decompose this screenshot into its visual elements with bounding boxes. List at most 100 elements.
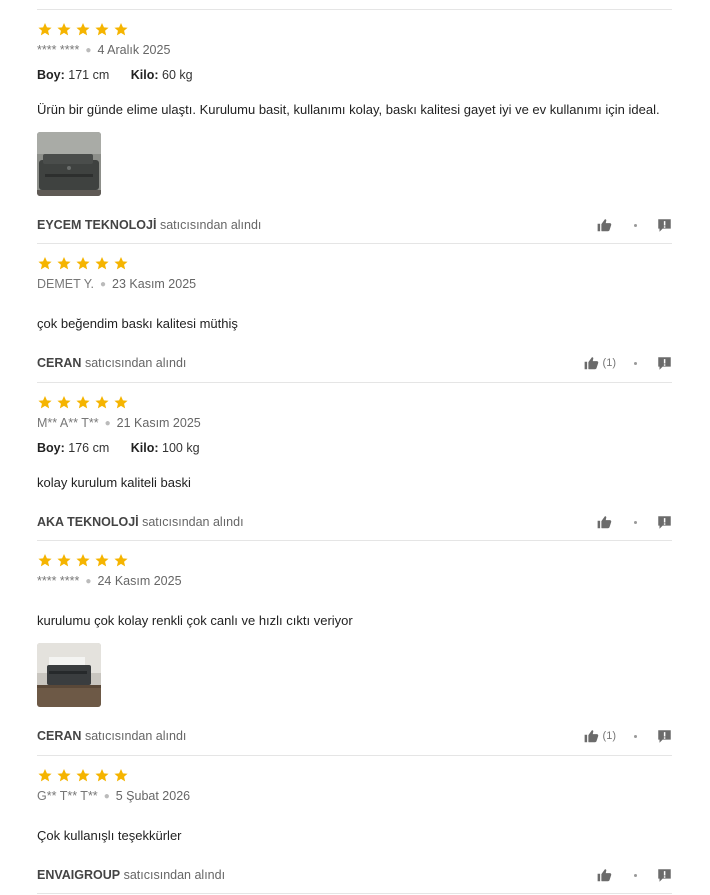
seller-info: AKA TEKNOLOJİ satıcısından alındı	[37, 515, 244, 529]
meta-separator: ●	[103, 791, 110, 802]
star-rating	[37, 768, 129, 783]
star-icon	[38, 768, 52, 782]
like-button[interactable]	[597, 515, 616, 529]
review-actions: (1)	[584, 727, 672, 745]
review-item: M** A** T** ● 21 Kasım 2025 Boy: 176 cm Ki…	[37, 382, 672, 540]
seller-name[interactable]: ENVAIGROUP	[37, 868, 120, 882]
review-author: **** ****	[37, 574, 80, 588]
seller-suffix: satıcısından alındı	[84, 356, 187, 370]
review-photo[interactable]	[37, 643, 101, 707]
action-separator	[634, 734, 637, 738]
like-button[interactable]: (1)	[584, 356, 616, 370]
star-icon	[114, 22, 128, 36]
seller-info: CERAN satıcısından alındı	[37, 729, 186, 743]
review-footer: AKA TEKNOLOJİ satıcısından alındı	[37, 513, 672, 531]
review-item: DEMET Y. ● 23 Kasım 2025 çok beğendim bask…	[37, 243, 672, 382]
star-icon	[95, 395, 109, 409]
review-author: M** A** T**	[37, 416, 99, 430]
body-info: Boy: 171 cm Kilo: 60 kg	[37, 68, 193, 82]
star-icon	[76, 768, 90, 782]
meta-separator: ●	[85, 576, 92, 587]
kilo-label: Kilo:	[130, 68, 159, 82]
like-count: (1)	[602, 730, 616, 742]
action-separator	[634, 520, 637, 524]
seller-suffix: satıcısından alındı	[159, 218, 262, 232]
report-button[interactable]	[657, 515, 672, 530]
kilo-label: Kilo:	[130, 441, 159, 455]
seller-suffix: satıcısından alındı	[84, 729, 187, 743]
review-date: 5 Şubat 2026	[115, 789, 191, 803]
star-icon	[95, 553, 109, 567]
seller-name[interactable]: CERAN	[37, 356, 81, 370]
star-icon	[57, 768, 71, 782]
action-separator	[634, 361, 637, 365]
star-icon	[114, 256, 128, 270]
seller-info: CERAN satıcısından alındı	[37, 356, 186, 370]
boy-value: 176 cm	[68, 441, 110, 455]
star-icon	[95, 256, 109, 270]
review-meta: M** A** T** ● 21 Kasım 2025	[37, 416, 201, 430]
kilo-value: 60 kg	[162, 68, 193, 82]
star-rating	[37, 395, 129, 410]
report-button[interactable]	[657, 218, 672, 233]
report-flag-icon	[658, 868, 671, 882]
review-photo[interactable]	[37, 132, 101, 196]
review-meta: G** T** T** ● 5 Şubat 2026	[37, 789, 190, 803]
like-button[interactable]: (1)	[584, 729, 616, 743]
star-icon	[57, 395, 71, 409]
star-icon	[76, 395, 90, 409]
seller-name[interactable]: AKA TEKNOLOJİ	[37, 515, 139, 529]
star-icon	[38, 256, 52, 270]
star-icon	[57, 22, 71, 36]
like-count: (1)	[602, 357, 616, 369]
star-icon	[114, 395, 128, 409]
review-text: Ürün bir günde elime ulaştı. Kurulumu ba…	[37, 102, 660, 117]
meta-separator: ●	[104, 418, 111, 429]
seller-suffix: satıcısından alındı	[123, 868, 226, 882]
review-footer: CERAN satıcısından alındı (1)	[37, 354, 672, 372]
meta-separator: ●	[99, 279, 107, 290]
report-flag-icon	[658, 356, 671, 370]
review-actions	[597, 513, 672, 531]
report-button[interactable]	[657, 356, 672, 371]
star-icon	[38, 22, 52, 36]
thumbs-up-icon	[584, 730, 598, 743]
star-icon	[114, 768, 128, 782]
star-icon	[57, 256, 71, 270]
review-date: 23 Kasım 2025	[112, 277, 197, 291]
review-author: **** ****	[37, 43, 80, 57]
thumbs-up-icon	[584, 357, 598, 370]
like-button[interactable]	[597, 868, 616, 882]
review-actions: (1)	[584, 354, 672, 372]
report-button[interactable]	[657, 868, 672, 883]
star-icon	[76, 22, 90, 36]
review-meta: **** **** ● 4 Aralık 2025	[37, 43, 170, 57]
review-text: çok beğendim baskı kalitesi müthiş	[37, 316, 238, 331]
review-date: 24 Kasım 2025	[97, 574, 182, 588]
boy-label: Boy:	[37, 441, 65, 455]
review-meta: DEMET Y. ● 23 Kasım 2025	[37, 277, 196, 291]
seller-info: EYCEM TEKNOLOJİ satıcısından alındı	[37, 218, 261, 232]
like-button[interactable]	[597, 218, 616, 232]
report-flag-icon	[658, 515, 671, 529]
thumbs-up-icon	[597, 516, 612, 529]
review-date: 21 Kasım 2025	[116, 416, 201, 430]
star-icon	[38, 553, 52, 567]
star-icon	[114, 553, 128, 567]
star-icon	[57, 553, 71, 567]
star-icon	[76, 256, 90, 270]
review-text: kolay kurulum kaliteli baski	[37, 475, 191, 490]
report-button[interactable]	[657, 729, 672, 744]
boy-value: 171 cm	[68, 68, 110, 82]
seller-name[interactable]: CERAN	[37, 729, 81, 743]
review-footer: CERAN satıcısından alındı (1)	[37, 727, 672, 745]
star-icon	[95, 22, 109, 36]
action-separator	[634, 873, 637, 877]
boy-label: Boy:	[37, 68, 65, 82]
thumbs-up-icon	[597, 219, 612, 232]
review-author: G** T** T**	[37, 789, 98, 803]
review-footer: EYCEM TEKNOLOJİ satıcısından alındı	[37, 216, 672, 234]
thumbs-up-icon	[597, 869, 612, 882]
review-item: **** **** ● 24 Kasım 2025 kurulumu çok kol…	[37, 540, 672, 755]
seller-name[interactable]: EYCEM TEKNOLOJİ	[37, 218, 156, 232]
